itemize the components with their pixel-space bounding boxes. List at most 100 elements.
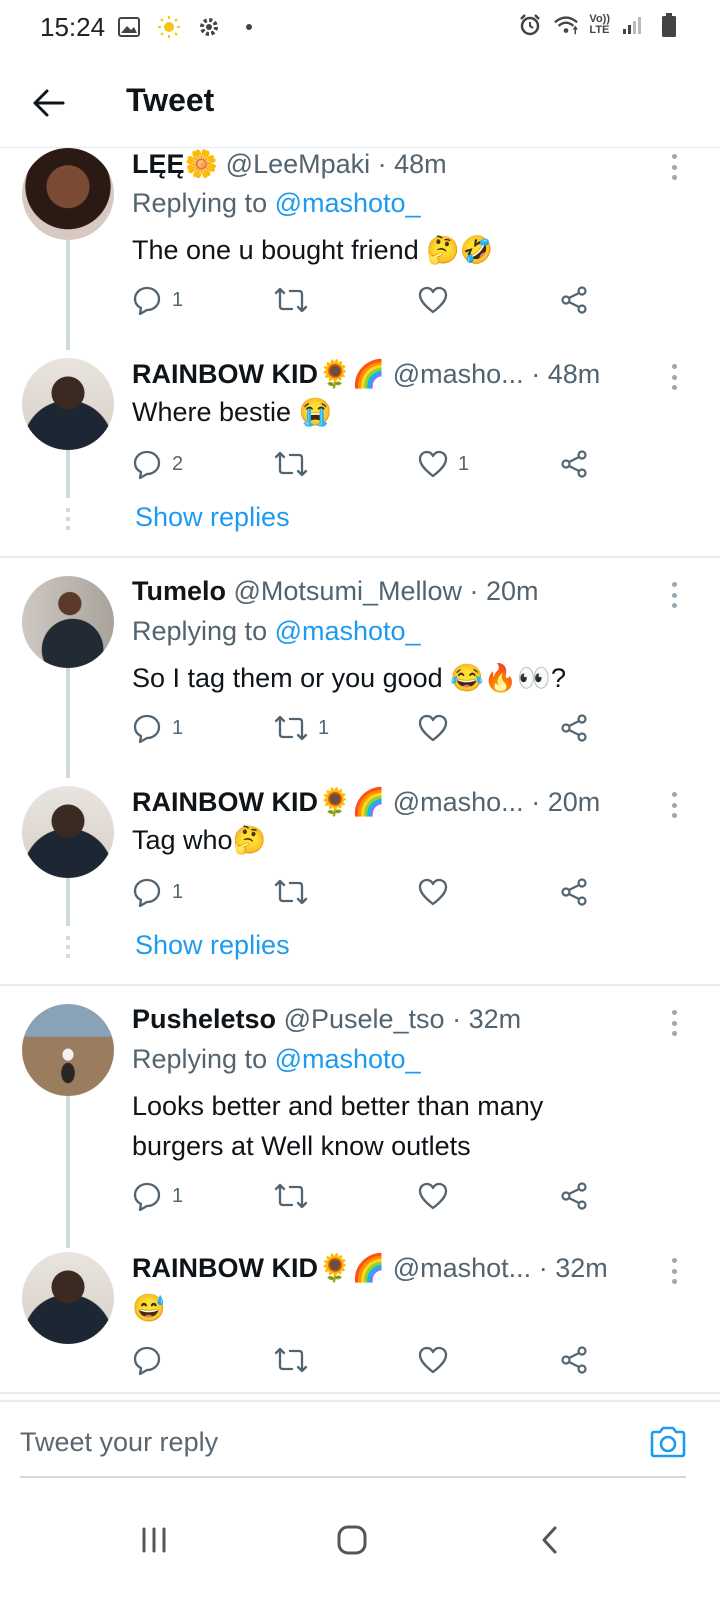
reply-icon xyxy=(133,450,161,479)
mention-link[interactable]: @mashoto_ xyxy=(275,616,421,646)
reply-button[interactable]: 1 xyxy=(132,1178,183,1214)
retweet-button[interactable] xyxy=(274,282,318,318)
author-handle[interactable]: @Pusele_tso xyxy=(284,1004,445,1034)
author-name[interactable]: LĘĘ🌼 xyxy=(132,149,218,179)
reply-tweet[interactable]: Tumelo @Motsumi_Mellow · 20m Replying to… xyxy=(0,576,720,778)
retweet-button[interactable] xyxy=(274,1342,318,1378)
reply-button[interactable]: 1 xyxy=(132,282,183,318)
share-button[interactable] xyxy=(560,874,588,910)
back-button[interactable] xyxy=(24,78,74,128)
home-button[interactable] xyxy=(322,1510,382,1570)
avatar[interactable] xyxy=(22,358,114,450)
like-button[interactable] xyxy=(418,1178,458,1214)
reply-tweet[interactable]: Pusheletso @Pusele_tso · 32m Replying to… xyxy=(0,1004,720,1248)
avatar[interactable] xyxy=(22,148,114,240)
like-button[interactable] xyxy=(418,1342,458,1378)
system-navigation-bar xyxy=(0,1480,720,1600)
retweet-button[interactable]: 1 xyxy=(274,710,329,746)
reply-button[interactable]: 1 xyxy=(132,710,183,746)
tweet-text: The one u bought friend 🤔🤣 xyxy=(132,235,494,265)
reply-tweet[interactable]: RAINBOW KID🌻🌈 @masho... · 48m Where best… xyxy=(0,358,720,558)
avatar[interactable] xyxy=(22,1004,114,1096)
author-name[interactable]: RAINBOW KID🌻🌈 xyxy=(132,1253,385,1283)
author-name[interactable]: RAINBOW KID🌻🌈 xyxy=(132,359,385,389)
author-name[interactable]: Pusheletso xyxy=(132,1004,276,1034)
share-icon xyxy=(561,878,587,906)
replies-feed[interactable]: LĘĘ🌼 @LeeMpaki · 48m Replying to @mashot… xyxy=(0,148,720,1420)
tweet-actions: 1 xyxy=(132,282,602,318)
author-handle[interactable]: @mashot... xyxy=(393,1253,531,1283)
author-handle[interactable]: @masho... xyxy=(393,787,524,817)
heart-icon xyxy=(418,450,448,478)
share-icon xyxy=(561,714,587,742)
avatar[interactable] xyxy=(22,576,114,668)
heart-icon xyxy=(418,878,448,906)
retweet-button[interactable] xyxy=(274,874,318,910)
more-options-button[interactable] xyxy=(664,150,684,184)
like-button[interactable] xyxy=(418,874,458,910)
share-button[interactable] xyxy=(560,710,588,746)
reply-icon xyxy=(133,1346,161,1375)
reply-button[interactable] xyxy=(132,1342,172,1378)
replying-to: Replying to @mashoto_ xyxy=(132,188,421,218)
reply-input-underline xyxy=(20,1476,686,1478)
more-options-button[interactable] xyxy=(664,360,684,394)
like-button[interactable]: 1 xyxy=(418,446,469,482)
tweet-time: · 32m xyxy=(538,1253,608,1283)
author-handle[interactable]: @masho... xyxy=(393,359,524,389)
reply-button[interactable]: 2 xyxy=(132,446,183,482)
show-replies-link[interactable]: Show replies xyxy=(135,502,290,533)
home-icon xyxy=(337,1525,367,1555)
back-icon xyxy=(542,1526,557,1554)
share-button[interactable] xyxy=(560,1178,588,1214)
reply-tweet[interactable]: LĘĘ🌼 @LeeMpaki · 48m Replying to @mashot… xyxy=(0,148,720,350)
more-options-button[interactable] xyxy=(664,1006,684,1040)
tweet-time: · 20m xyxy=(469,576,539,606)
reply-input[interactable] xyxy=(20,1420,620,1464)
mention-link[interactable]: @mashoto_ xyxy=(275,188,421,218)
retweet-button[interactable] xyxy=(274,1178,318,1214)
author-handle[interactable]: @LeeMpaki xyxy=(226,149,370,179)
author-handle[interactable]: @Motsumi_Mellow xyxy=(234,576,462,606)
share-button[interactable] xyxy=(560,1342,588,1378)
reply-tweet[interactable]: RAINBOW KID🌻🌈 @mashot... · 32m 😅 xyxy=(0,1252,720,1392)
thread-divider xyxy=(0,984,720,986)
heart-icon xyxy=(418,286,448,314)
battery-icon xyxy=(656,12,682,38)
dot-icon xyxy=(236,14,262,40)
camera-button[interactable] xyxy=(646,1420,690,1464)
reply-button[interactable]: 1 xyxy=(132,874,183,910)
share-button[interactable] xyxy=(560,282,588,318)
tweet-actions xyxy=(132,1342,602,1378)
author-name[interactable]: RAINBOW KID🌻🌈 xyxy=(132,787,385,817)
share-button[interactable] xyxy=(560,446,588,482)
tweet-actions: 2 1 xyxy=(132,446,602,482)
reply-count: 1 xyxy=(172,716,184,739)
avatar[interactable] xyxy=(22,1252,114,1344)
tweet-text: Looks better and better than many burger… xyxy=(132,1091,544,1161)
more-options-button[interactable] xyxy=(664,578,684,612)
reply-tweet[interactable]: RAINBOW KID🌻🌈 @masho... · 20m Tag who🤔 1 xyxy=(0,786,720,986)
recents-button[interactable] xyxy=(124,1510,184,1570)
like-button[interactable] xyxy=(418,710,458,746)
reply-count: 2 xyxy=(172,452,184,475)
reply-icon xyxy=(133,286,161,315)
gallery-icon xyxy=(116,14,142,40)
nav-back-button[interactable] xyxy=(520,1510,580,1570)
more-options-button[interactable] xyxy=(664,1254,684,1288)
show-replies-link[interactable]: Show replies xyxy=(135,930,290,961)
reply-icon xyxy=(133,1182,161,1211)
volte-icon: Vo)) LTE xyxy=(589,13,610,36)
mention-link[interactable]: @mashoto_ xyxy=(275,1044,421,1074)
like-button[interactable] xyxy=(418,282,458,318)
retweet-button[interactable] xyxy=(274,446,318,482)
gear-icon xyxy=(196,14,222,40)
arrow-left-icon xyxy=(33,89,65,117)
avatar[interactable] xyxy=(22,786,114,878)
author-name[interactable]: Tumelo xyxy=(132,576,226,606)
more-options-button[interactable] xyxy=(664,788,684,822)
recents-icon xyxy=(142,1527,166,1553)
thread-line xyxy=(66,240,70,350)
tweet-actions: 1 xyxy=(132,1178,602,1214)
page-title: Tweet xyxy=(126,82,215,118)
